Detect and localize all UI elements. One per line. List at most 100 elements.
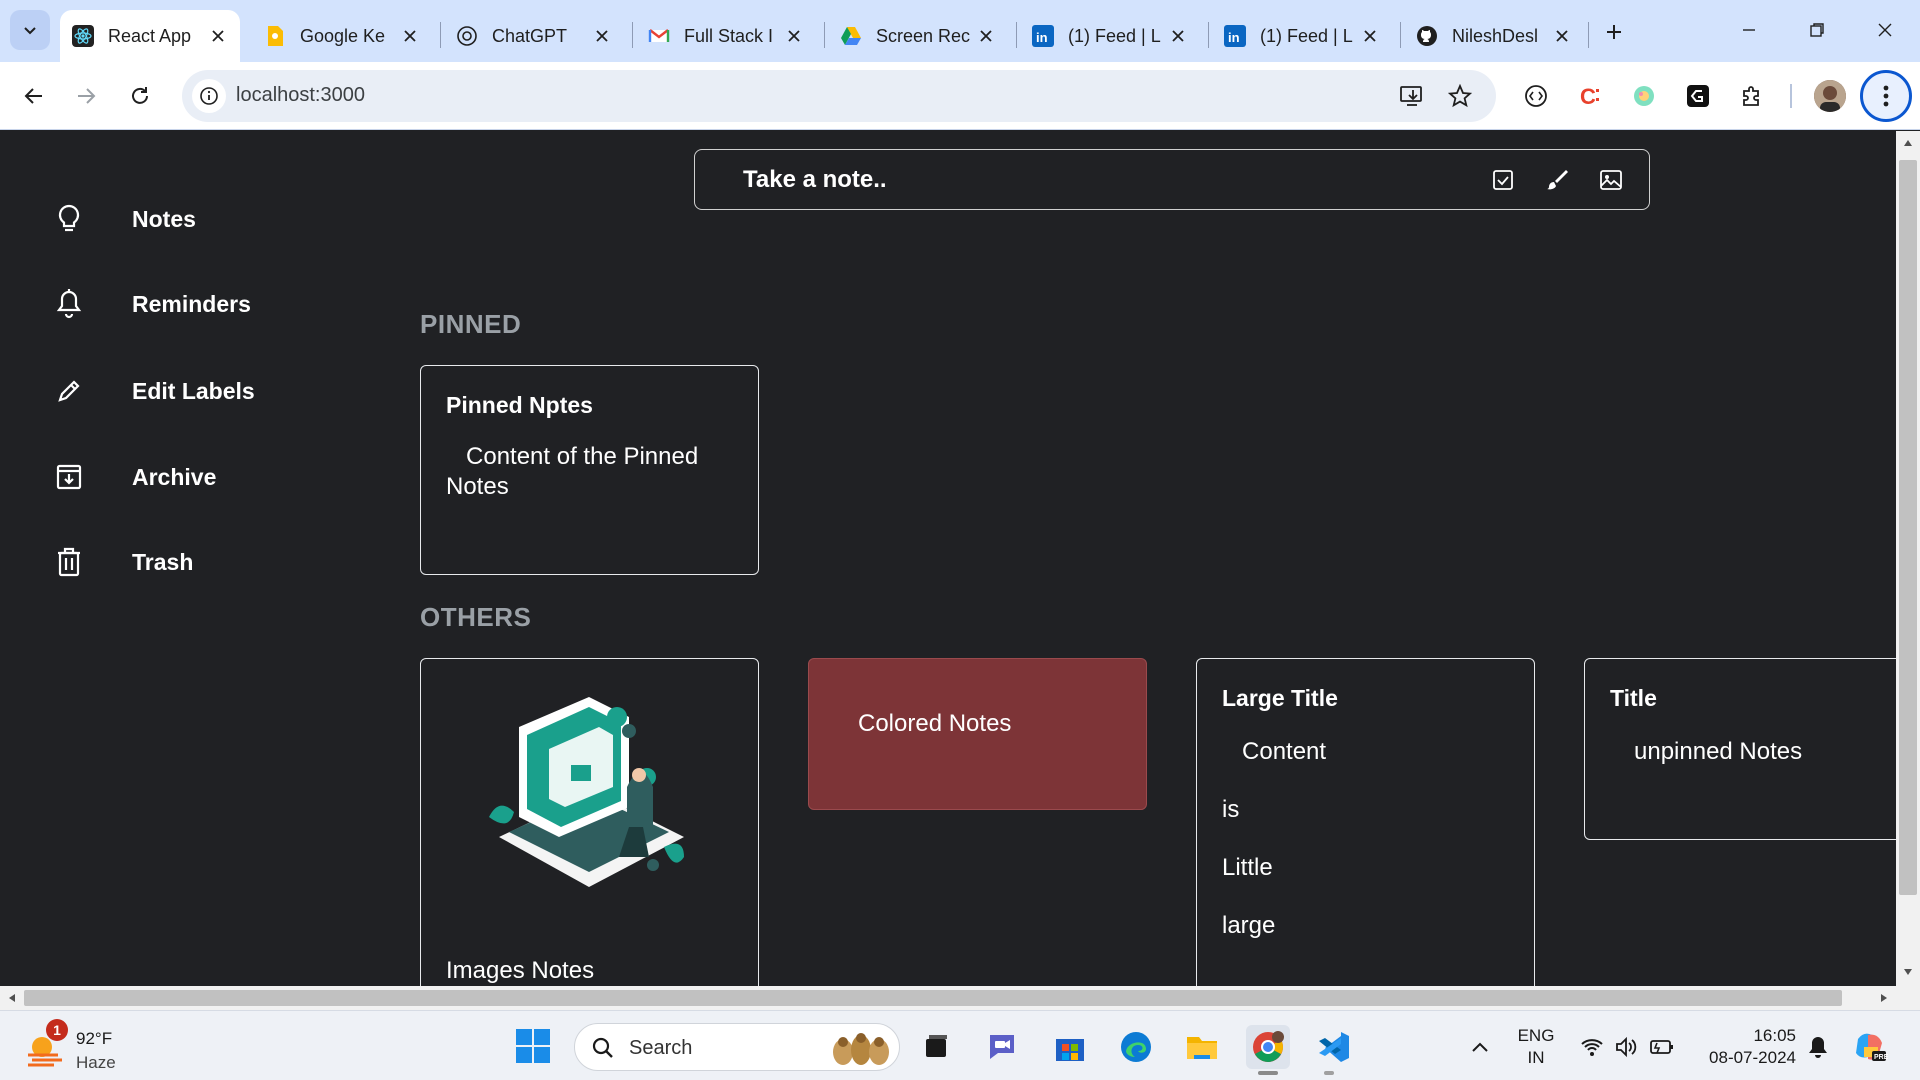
clock-date: 08-07-2024: [1709, 1048, 1796, 1067]
forward-button[interactable]: [64, 74, 108, 118]
address-bar[interactable]: localhost:3000: [182, 70, 1496, 122]
tab-close-icon[interactable]: [976, 26, 996, 46]
new-tab-button[interactable]: [1596, 14, 1632, 50]
reload-button[interactable]: [118, 74, 162, 118]
note-content: Images Notes: [446, 957, 595, 984]
horizontal-scroll-thumb[interactable]: [24, 990, 1842, 1006]
tab-close-icon[interactable]: [592, 26, 612, 46]
tab-gmail[interactable]: Full Stack I: [636, 10, 816, 62]
search-highlight-icon: [833, 1033, 889, 1065]
minimize-button[interactable]: [1724, 10, 1774, 50]
scroll-left-arrow-icon[interactable]: [0, 986, 24, 1010]
url-text[interactable]: localhost:3000: [236, 84, 365, 107]
note-content-line: Little: [1222, 854, 1273, 881]
sidebar-item-trash[interactable]: Trash: [50, 537, 193, 587]
store-icon: [1056, 1039, 1084, 1061]
tab-close-icon[interactable]: [400, 26, 420, 46]
copilot-button[interactable]: PRE: [1852, 1029, 1888, 1065]
note-card-colored[interactable]: Colored Notes: [808, 658, 1147, 810]
scroll-down-arrow-icon[interactable]: [1896, 960, 1920, 984]
system-clock[interactable]: 16:05 08-07-2024: [1696, 1025, 1796, 1069]
restore-button[interactable]: [1792, 10, 1842, 50]
trash-icon: [50, 543, 88, 581]
language-line-2: IN: [1527, 1048, 1545, 1067]
note-card-image[interactable]: Images Notes: [420, 658, 759, 986]
install-app-button[interactable]: [1398, 82, 1426, 110]
chrome-button[interactable]: [1246, 1025, 1290, 1069]
tab-close-icon[interactable]: [1360, 26, 1380, 46]
tab-close-icon[interactable]: [1552, 26, 1572, 46]
vscode-button[interactable]: [1312, 1025, 1356, 1069]
bell-icon: [50, 285, 88, 323]
search-placeholder: Search: [629, 1037, 693, 1059]
search-icon: [592, 1037, 613, 1058]
note-content-line: is: [1222, 796, 1240, 823]
volume-icon[interactable]: [1612, 1033, 1640, 1061]
tab-title: Full Stack I: [684, 25, 774, 46]
battery-icon[interactable]: [1648, 1033, 1676, 1061]
tab-google-keep[interactable]: Google Ke: [252, 10, 432, 62]
tab-react-app[interactable]: React App: [60, 10, 240, 62]
tab-separator: [824, 22, 825, 48]
wifi-icon[interactable]: [1578, 1033, 1606, 1061]
tab-close-icon[interactable]: [1168, 26, 1188, 46]
profile-avatar[interactable]: [1814, 80, 1846, 112]
tab-close-icon[interactable]: [208, 26, 228, 46]
notification-bell-icon[interactable]: [1804, 1033, 1832, 1061]
vertical-scroll-thumb[interactable]: [1899, 160, 1917, 895]
start-button[interactable]: [514, 1027, 552, 1065]
image-icon[interactable]: [1595, 164, 1627, 196]
language-indicator[interactable]: ENG IN: [1516, 1025, 1556, 1069]
arrow-left-icon: [24, 88, 42, 104]
tab-linkedin-1[interactable]: in (1) Feed | L: [1020, 10, 1200, 62]
tab-separator: [1400, 22, 1401, 48]
edge-icon: [1121, 1032, 1151, 1062]
extension-c-button[interactable]: C: [1572, 78, 1608, 114]
tab-title: Screen Rec: [876, 25, 970, 46]
taskbar-search-box[interactable]: Search: [574, 1023, 900, 1071]
tab-linkedin-2[interactable]: in (1) Feed | L: [1212, 10, 1392, 62]
microsoft-store-button[interactable]: [1048, 1025, 1092, 1069]
sidebar-item-label: Notes: [132, 205, 196, 232]
bookmark-button[interactable]: [1446, 82, 1474, 110]
tab-google-drive[interactable]: Screen Rec: [828, 10, 1008, 62]
extension-g-button[interactable]: [1680, 78, 1716, 114]
scroll-right-arrow-icon[interactable]: [1872, 986, 1896, 1010]
scroll-up-arrow-icon[interactable]: [1896, 131, 1920, 155]
code-extension-icon: [1525, 85, 1547, 107]
brush-icon[interactable]: [1541, 164, 1573, 196]
checkbox-icon[interactable]: [1487, 164, 1519, 196]
tab-chatgpt[interactable]: ChatGPT: [444, 10, 624, 62]
task-view-button[interactable]: [914, 1025, 958, 1069]
language-line-1: ENG: [1517, 1026, 1555, 1045]
restore-icon: [1810, 23, 1824, 37]
site-info-button[interactable]: [192, 79, 226, 113]
sidebar-item-edit-labels[interactable]: Edit Labels: [50, 366, 255, 416]
close-window-button[interactable]: [1860, 10, 1910, 50]
back-button[interactable]: [12, 74, 56, 118]
teams-button[interactable]: [980, 1025, 1024, 1069]
extension-code-button[interactable]: [1518, 78, 1554, 114]
weather-widget[interactable]: 1 92°F Haze: [26, 1019, 136, 1073]
sidebar-item-reminders[interactable]: Reminders: [50, 279, 251, 329]
edge-button[interactable]: [1114, 1025, 1158, 1069]
star-icon: [1448, 84, 1472, 108]
take-note-input[interactable]: Take a note..: [694, 149, 1650, 210]
windows-taskbar: 1 92°F Haze Search ENG IN 16:05 08-07-20…: [0, 1010, 1920, 1080]
sidebar-item-archive[interactable]: Archive: [50, 452, 216, 502]
browser-tab-strip: React App Google Ke ChatGPT Full Stack I…: [0, 0, 1920, 62]
show-hidden-icons-button[interactable]: [1466, 1033, 1494, 1061]
extension-color-button[interactable]: [1626, 78, 1662, 114]
browser-menu-button[interactable]: [1860, 70, 1912, 122]
note-card-large-title[interactable]: Large Title Content is Little large: [1196, 658, 1535, 986]
tab-github[interactable]: NileshDesl: [1404, 10, 1584, 62]
tab-close-icon[interactable]: [784, 26, 804, 46]
svg-text:in: in: [1036, 30, 1048, 45]
file-explorer-button[interactable]: [1180, 1025, 1224, 1069]
tab-search-button[interactable]: [10, 10, 50, 50]
note-card-pinned[interactable]: Pinned Nptes Content of the Pinned Notes: [420, 365, 759, 575]
extensions-button[interactable]: [1734, 78, 1770, 114]
note-card-title[interactable]: Title unpinned Notes: [1584, 658, 1896, 840]
sidebar-item-notes[interactable]: Notes: [50, 194, 196, 244]
info-icon: [200, 87, 218, 105]
